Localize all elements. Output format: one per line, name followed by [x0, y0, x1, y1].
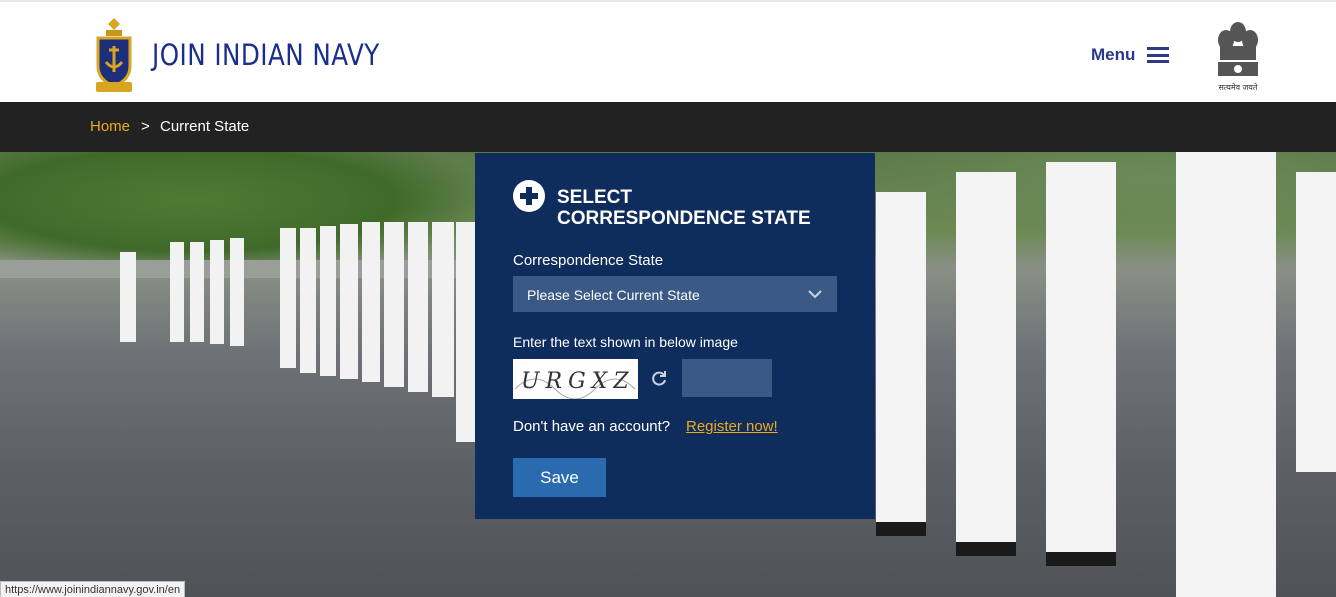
state-select[interactable]: Please Select Current State: [513, 276, 837, 312]
breadcrumb-current: Current State: [160, 118, 250, 135]
captcha-input[interactable]: [682, 359, 772, 397]
chevron-down-icon: [808, 290, 822, 299]
breadcrumb-home-link[interactable]: Home: [90, 118, 130, 135]
panel-title: SELECT CORRESPONDENCE STATE: [557, 187, 857, 229]
hamburger-icon: [1147, 47, 1170, 63]
account-prompt: Don't have an account?: [513, 418, 671, 435]
site-brand-title[interactable]: JOIN INDIAN NAVY: [152, 38, 380, 72]
plus-circle-icon: [513, 180, 545, 212]
correspondence-state-panel: SELECT CORRESPONDENCE STATE Corresponden…: [475, 153, 875, 519]
breadcrumb: Home > Current State: [0, 102, 1336, 152]
panel-title-line2: CORRESPONDENCE STATE: [557, 208, 811, 229]
hero-sailors-right: [876, 152, 1336, 597]
captcha-label: Enter the text shown in below image: [513, 334, 738, 350]
emblem-caption: सत्यमेव जयते: [1218, 83, 1258, 92]
hero-sailors-left: [120, 222, 480, 442]
menu-label: Menu: [1091, 45, 1136, 64]
breadcrumb-separator: >: [141, 118, 150, 135]
navy-crest-icon[interactable]: [92, 16, 136, 96]
state-field-label: Correspondence State: [513, 252, 664, 269]
menu-button[interactable]: Menu: [1091, 45, 1170, 65]
panel-title-line1: SELECT: [557, 187, 632, 208]
captcha-image: URGXZ: [513, 359, 638, 399]
captcha-text: URGXZ: [521, 369, 635, 394]
register-now-link[interactable]: Register now!: [686, 418, 778, 435]
site-header: JOIN INDIAN NAVY Menu सत्यमेव जयते: [0, 0, 1336, 102]
state-select-value: Please Select Current State: [527, 287, 700, 303]
save-button[interactable]: Save: [513, 458, 606, 497]
status-bar-url: https://www.joinindiannavy.gov.in/en: [0, 581, 186, 597]
refresh-icon[interactable]: [649, 369, 669, 389]
